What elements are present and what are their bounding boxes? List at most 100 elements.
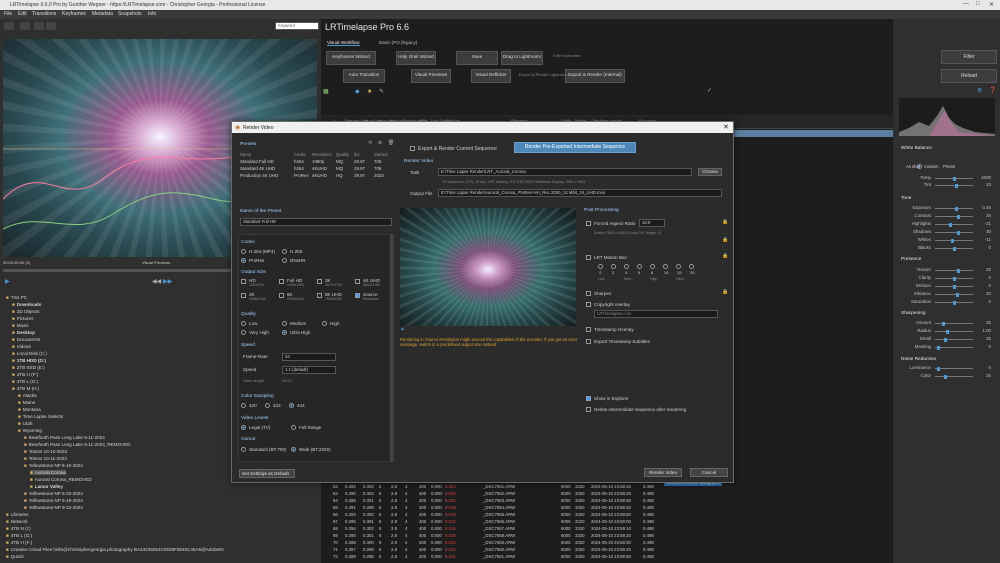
tab-visual-workflow[interactable]: Visual Workflow — [327, 40, 360, 46]
slider-knob[interactable] — [955, 292, 959, 297]
speed-select[interactable]: 1:1 (default) — [282, 366, 336, 374]
export-subtitles-checkbox[interactable] — [586, 339, 591, 344]
next-frame-icon[interactable]: ▶▶ — [163, 278, 172, 285]
slider-knob[interactable] — [954, 206, 958, 211]
tree-item[interactable]: ■ Downloads — [12, 302, 41, 307]
slider-value[interactable]: 0 — [977, 365, 991, 370]
levels-radio[interactable] — [291, 425, 296, 430]
size-checkbox[interactable] — [317, 293, 322, 298]
tree-item[interactable]: ■ 4TB L (G:) — [12, 379, 38, 384]
scrollbar[interactable] — [390, 234, 393, 462]
tree-item[interactable]: ■ Maine — [18, 400, 35, 405]
preset-cell[interactable]: 709 — [374, 159, 381, 164]
preset-cell[interactable]: MQ — [336, 166, 343, 171]
slider-track[interactable] — [935, 183, 973, 188]
wb-preset[interactable]: Preset — [943, 164, 955, 169]
slider-track[interactable] — [935, 300, 973, 305]
slider-track[interactable] — [935, 292, 973, 297]
wb-as-shot[interactable]: As shot — [906, 164, 920, 169]
preset-cell[interactable]: 1080p — [312, 159, 324, 164]
tree-item[interactable]: ■ 4TB M (H:) — [12, 386, 39, 391]
cancel-button[interactable]: Cancel — [690, 468, 728, 477]
slider-knob[interactable] — [949, 222, 953, 227]
preset-cell[interactable]: MQ — [336, 159, 343, 164]
menu-metadata[interactable]: Metadata — [92, 11, 113, 17]
aspect-ratio-select[interactable]: 16:9 — [639, 219, 665, 227]
save-preset-icon[interactable]: ⟲ — [368, 140, 372, 146]
tree-item[interactable]: ■ Pictures — [12, 316, 33, 321]
slider-knob[interactable] — [936, 345, 940, 350]
frame-rate-input[interactable]: 24 — [282, 353, 336, 361]
sampling-radio[interactable] — [265, 403, 270, 408]
tree-item[interactable]: ■ 4TB H (F:) — [6, 540, 32, 545]
slider-track[interactable] — [935, 321, 973, 326]
tab-basic-legacy[interactable]: Basic (PO (legacy) — [379, 40, 417, 45]
size-checkbox[interactable] — [241, 293, 246, 298]
slider-value[interactable]: 25 — [977, 320, 991, 325]
toolbar-button[interactable]: Drag to Lightroom! — [501, 51, 543, 65]
preset-cell[interactable]: Standard 4K UHD — [240, 166, 275, 171]
tree-item[interactable]: ■ Videos — [12, 344, 31, 349]
table-row[interactable]: 62 0.292 0.300 5 2.8 4 400 0.000 0.023 _DSC7651.A… — [321, 483, 893, 490]
codec-radio[interactable] — [282, 249, 287, 254]
tree-item[interactable]: ■ Documents — [12, 337, 40, 342]
tree-item[interactable]: ■ 4TB L (G:) — [6, 533, 32, 538]
table-row[interactable]: 66 0.293 0.300 5 2.8 4 400 0.000 0.018 _DSC7655.A… — [321, 511, 893, 518]
gamut-radio[interactable] — [241, 447, 246, 452]
minimize-icon[interactable]: — — [963, 1, 969, 7]
slider-knob[interactable] — [942, 321, 946, 326]
preview-slider-icon[interactable]: ▲ — [400, 326, 405, 332]
tree-item[interactable]: ■ Tetons 10-10-2023 — [24, 449, 67, 454]
tree-item[interactable]: ■ 4TB H (F:) — [12, 372, 38, 377]
slider-track[interactable] — [935, 329, 973, 334]
export-current-checkbox[interactable] — [410, 146, 415, 151]
help-icon[interactable]: ❓ — [989, 87, 996, 94]
table-row[interactable]: 70 0.288 0.300 5 2.8 4 400 0.000 0.014 _DSC7659.A… — [321, 539, 893, 546]
preset-cell[interactable]: 29.97 — [354, 166, 365, 171]
preset-cell[interactable]: h264 — [294, 159, 304, 164]
tree-item[interactable]: ■ 3D Objects — [12, 309, 40, 314]
size-checkbox[interactable] — [279, 279, 284, 284]
tree-item[interactable]: ■ Alaska — [18, 393, 37, 398]
blur-radio[interactable] — [637, 264, 642, 269]
tree-item[interactable]: ■ Bearfooth Pass Long Lake 5-11-2024_REMO… — [24, 442, 131, 447]
blur-radio[interactable] — [689, 264, 694, 269]
slider-track[interactable] — [935, 337, 973, 342]
toolbar-button[interactable]: Visual Deflicker — [471, 69, 511, 83]
blur-radio[interactable] — [611, 264, 616, 269]
quality-radio[interactable] — [241, 330, 246, 335]
preset-cell[interactable]: Production 4K UHD — [240, 173, 278, 178]
slider-value[interactable]: 25 — [977, 267, 991, 272]
maximize-icon[interactable]: □ — [976, 1, 980, 7]
motion-blur-checkbox[interactable] — [586, 255, 591, 260]
tree-item[interactable]: ■ Tetons 10-11-2023 — [24, 456, 67, 461]
codec-radio[interactable] — [282, 258, 287, 263]
tree-item[interactable]: ■ Libraries — [6, 512, 28, 517]
render-pre-exported-button[interactable]: Render Pre-Exported Intermediate Sequenc… — [514, 142, 636, 153]
reload-button[interactable]: Reload — [941, 69, 997, 83]
quality-radio[interactable] — [241, 321, 246, 326]
slider-knob[interactable] — [945, 329, 949, 334]
slider-track[interactable] — [935, 230, 973, 235]
timestamp-overlay-checkbox[interactable] — [586, 327, 591, 332]
preset-cell[interactable]: 4KUHD — [312, 166, 327, 171]
slider-value[interactable]: 1.00 — [977, 328, 991, 333]
slider-knob[interactable] — [956, 268, 960, 273]
slider-value[interactable]: 23 — [977, 182, 991, 187]
slider-knob[interactable] — [953, 176, 956, 181]
preset-cell[interactable]: 29.97 — [354, 159, 365, 164]
task-input[interactable]: E:\Time Lapse Render\LRT_Auroral_Corona — [438, 168, 692, 176]
table-row[interactable]: 64 0.288 0.301 5 2.8 4 400 0.000 0.021 _DSC7653.A… — [321, 497, 893, 504]
gamut-radio[interactable] — [291, 447, 296, 452]
table-row[interactable]: 69 0.290 0.301 5 2.8 4 400 0.000 0.015 _DSC7658.A… — [321, 532, 893, 539]
tree-item[interactable]: ■ Time Lapse Selects — [18, 414, 63, 419]
slider-knob[interactable] — [957, 230, 961, 235]
slider-value[interactable]: 0 — [977, 245, 991, 250]
menu-edit[interactable]: Edit — [18, 11, 27, 17]
tree-item[interactable]: ■ Auroral Corona — [30, 470, 66, 475]
toolbar-button[interactable]: Visual Previews — [411, 69, 451, 83]
slider-knob[interactable] — [956, 214, 960, 219]
toolbar-button[interactable]: Keyframes Wizard — [326, 51, 376, 65]
slider-value[interactable]: 0 — [977, 275, 991, 280]
play-icon[interactable]: ▶ — [5, 278, 10, 285]
